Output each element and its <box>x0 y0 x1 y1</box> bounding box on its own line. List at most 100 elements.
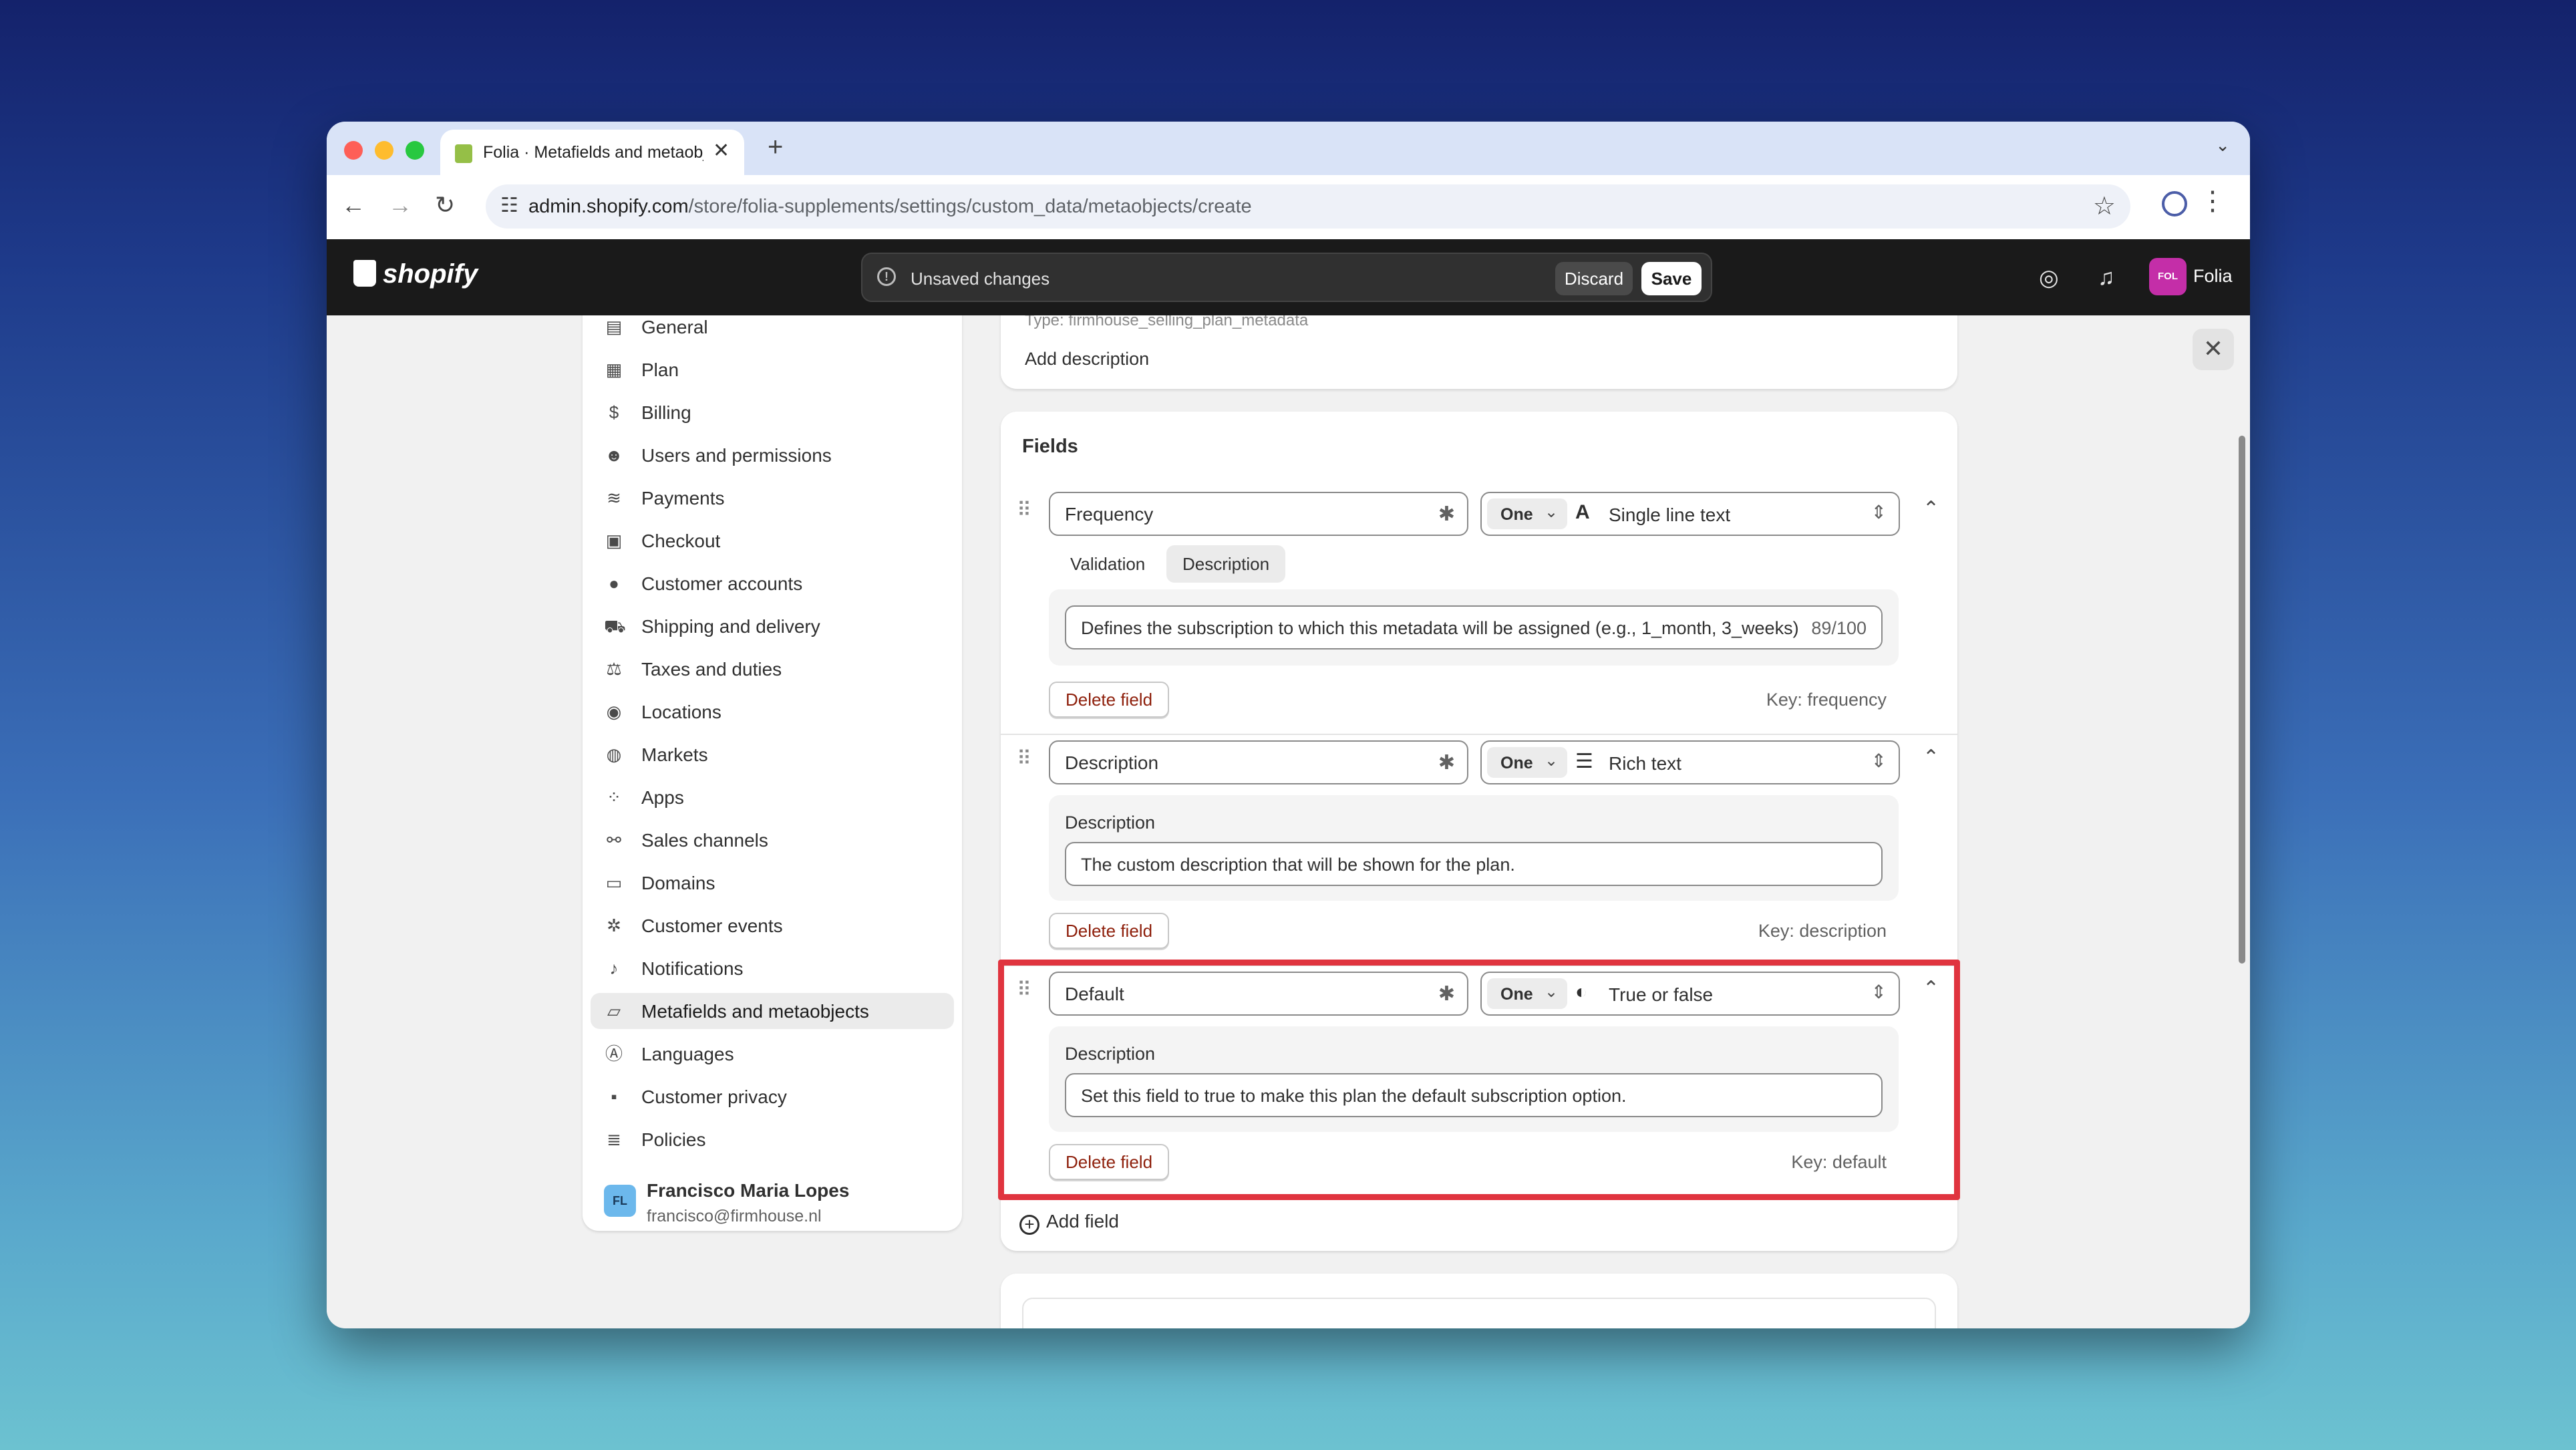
sidebar-item-domains[interactable]: ▭ Domains <box>591 865 954 901</box>
add-description-link[interactable]: Add description <box>1025 349 1149 370</box>
back-arrow-icon[interactable]: ← <box>341 191 365 219</box>
profile-icon[interactable] <box>2162 191 2187 216</box>
globe-icon: ◍ <box>606 744 622 764</box>
tab-title: Folia · Metafields and metaobjects <box>483 143 703 162</box>
close-icon[interactable]: ✕ <box>2193 329 2234 370</box>
sidebar-item-label: Billing <box>641 402 691 423</box>
sidebar-item-label: Notifications <box>641 958 744 979</box>
sidebar-item-general[interactable]: ▤ General <box>591 315 954 345</box>
new-tab-button[interactable]: + <box>768 132 783 162</box>
sidebar-item-locations[interactable]: ◉ Locations <box>591 694 954 730</box>
sidebar-item-sales-channels[interactable]: ⚯ Sales channels <box>591 822 954 858</box>
field-name-value: Frequency <box>1065 504 1154 525</box>
reload-icon[interactable]: ↻ <box>435 191 455 219</box>
delete-field-button[interactable]: Delete field <box>1049 913 1169 949</box>
tab-search-chevron-icon[interactable]: ⌄ <box>2215 135 2230 156</box>
description-input[interactable]: The custom description that will be show… <box>1065 842 1883 886</box>
bell-icon[interactable]: ♫ <box>2098 265 2115 291</box>
shopify-wordmark: shopify <box>383 259 478 289</box>
sidebar-item-markets[interactable]: ◍ Markets <box>591 736 954 772</box>
sidebar-item-taxes[interactable]: ⚖ Taxes and duties <box>591 651 954 687</box>
minimize-window-button[interactable] <box>375 141 393 160</box>
shopify-logo[interactable]: shopify <box>353 259 478 289</box>
tax-icon: ⚖ <box>606 659 622 679</box>
scrollbar[interactable] <box>2239 436 2245 964</box>
browser-toolbar: ← → ↻ ☷ admin.shopify.com/store/folia-su… <box>327 175 2250 239</box>
tab-validation[interactable]: Validation <box>1054 545 1161 583</box>
sidekick-icon[interactable]: ◎ <box>2039 265 2059 291</box>
sidebar-item-languages[interactable]: Ⓐ Languages <box>591 1036 954 1072</box>
delete-field-button[interactable]: Delete field <box>1049 682 1169 718</box>
description-panel: Defines the subscription to which this m… <box>1049 589 1899 666</box>
sidebar-item-policies[interactable]: ≣ Policies <box>591 1121 954 1157</box>
sidebar-item-plan[interactable]: ▦ Plan <box>591 351 954 388</box>
domains-icon: ▭ <box>605 873 623 893</box>
field-name-input[interactable]: Description ✱ <box>1049 740 1468 784</box>
character-count: 89/100 <box>1799 607 1881 648</box>
select-arrows-icon: ⇕ <box>1871 502 1887 523</box>
collapse-chevron-icon[interactable]: ⌃ <box>1923 497 1939 521</box>
sidebar-item-label: Sales channels <box>641 830 768 851</box>
sidebar-item-payments[interactable]: ≋ Payments <box>591 480 954 516</box>
tab-close-icon[interactable]: ✕ <box>713 139 730 162</box>
store-name[interactable]: Folia <box>2193 266 2233 287</box>
field-name-input[interactable]: Frequency ✱ <box>1049 492 1468 536</box>
maximize-window-button[interactable] <box>406 141 424 160</box>
add-field-button[interactable]: + Add field <box>1019 1211 1119 1235</box>
site-settings-icon[interactable]: ☷ <box>500 194 518 217</box>
cardinality-value: One <box>1500 505 1533 524</box>
rich-text-icon: ☰ <box>1575 750 1593 772</box>
add-field-label: Add field <box>1046 1211 1119 1231</box>
description-value: The custom description that will be show… <box>1081 855 1515 875</box>
truck-icon: ⛟ <box>604 616 626 636</box>
plus-circle-icon: + <box>1019 1215 1039 1235</box>
field-key: Key: frequency <box>1766 690 1887 710</box>
text-icon: A <box>1575 501 1590 523</box>
sidebar-item-shipping[interactable]: ⛟ Shipping and delivery <box>591 608 954 644</box>
cardinality-select[interactable]: One ⌄ <box>1487 498 1567 529</box>
sidebar-item-customer-privacy[interactable]: ▪ Customer privacy <box>591 1078 954 1115</box>
sidebar-item-label: Markets <box>641 744 708 765</box>
sidebar-item-label: Metafields and metaobjects <box>641 1001 869 1022</box>
store-avatar[interactable]: FOL <box>2149 258 2187 295</box>
required-asterisk-icon: ✱ <box>1438 752 1455 774</box>
cardinality-select[interactable]: One ⌄ <box>1487 747 1567 778</box>
browser-menu-icon[interactable]: ⋮ <box>2199 186 2226 216</box>
bookmark-star-icon[interactable]: ☆ <box>2093 191 2116 221</box>
forward-arrow-icon[interactable]: → <box>388 191 412 219</box>
collapse-chevron-icon[interactable]: ⌃ <box>1923 746 1939 769</box>
sidebar-item-apps[interactable]: ⁘ Apps <box>591 779 954 815</box>
url-text: admin.shopify.com/store/folia-supplement… <box>528 196 1252 218</box>
chevron-down-icon: ⌄ <box>1545 503 1559 521</box>
users-icon: ☻ <box>605 445 623 465</box>
sidebar-item-notifications[interactable]: ♪ Notifications <box>591 950 954 986</box>
languages-icon: Ⓐ <box>605 1044 623 1064</box>
description-label: Description <box>1065 813 1156 833</box>
tab-description[interactable]: Description <box>1166 545 1286 583</box>
drag-handle-icon[interactable]: ⠿ <box>1017 747 1031 770</box>
close-window-button[interactable] <box>344 141 363 160</box>
drag-handle-icon[interactable]: ⠿ <box>1017 498 1031 522</box>
select-arrows-icon: ⇕ <box>1871 750 1887 771</box>
description-input[interactable]: Defines the subscription to which this m… <box>1065 605 1883 649</box>
field-type-select[interactable]: One ⌄ A Single line text ⇕ <box>1480 492 1900 536</box>
sidebar-item-billing[interactable]: $ Billing <box>591 394 954 430</box>
field-type-select[interactable]: One ⌄ ☰ Rich text ⇕ <box>1480 740 1900 784</box>
save-button[interactable]: Save <box>1641 262 1702 295</box>
sidebar-item-users[interactable]: ☻ Users and permissions <box>591 437 954 473</box>
store-icon: ▤ <box>605 317 623 337</box>
browser-tab[interactable]: Folia · Metafields and metaobjects ✕ <box>440 130 744 175</box>
tab-strip: Folia · Metafields and metaobjects ✕ + ⌄ <box>327 122 2250 175</box>
sidebar-item-customer-accounts[interactable]: ● Customer accounts <box>591 565 954 601</box>
type-text: Type: firmhouse_selling_plan_metadata <box>1025 315 1309 329</box>
sidebar-item-label: Policies <box>641 1129 706 1150</box>
sidebar-item-customer-events[interactable]: ✲ Customer events <box>591 907 954 944</box>
sidebar-item-checkout[interactable]: ▣ Checkout <box>591 523 954 559</box>
address-bar[interactable]: ☷ admin.shopify.com/store/folia-suppleme… <box>486 184 2130 229</box>
sidebar-item-label: Plan <box>641 359 679 380</box>
fields-card: Fields ⠿ Frequency ✱ One ⌄ A Single line … <box>998 412 1960 1251</box>
sidebar-item-metafields[interactable]: ▱ Metafields and metaobjects <box>591 993 954 1029</box>
field-type-value: Rich text <box>1609 753 1681 774</box>
discard-button[interactable]: Discard <box>1555 262 1633 295</box>
url-path: /store/folia-supplements/settings/custom… <box>688 196 1252 217</box>
